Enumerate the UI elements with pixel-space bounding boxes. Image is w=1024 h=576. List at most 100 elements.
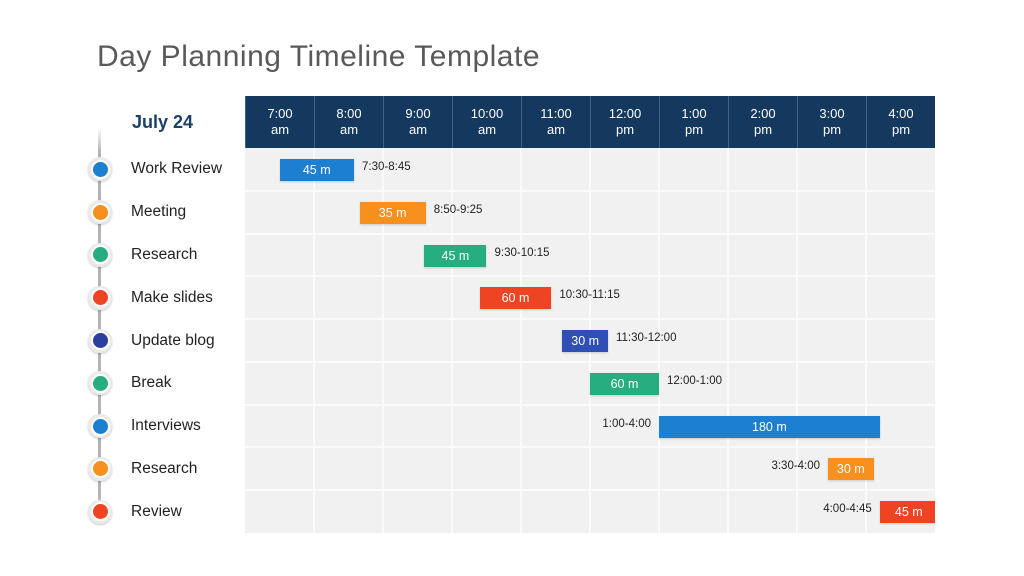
time-column-hour: 10:00: [470, 106, 504, 122]
timeline-marker-dot: [90, 459, 110, 479]
task-list-item[interactable]: Break: [0, 362, 245, 405]
task-bar[interactable]: 30 m: [562, 330, 608, 353]
timeline-marker-icon: [85, 368, 115, 398]
timeline-bar-row: 35 m 8:50-9:25: [245, 191, 935, 234]
task-bar[interactable]: 60 m: [590, 372, 659, 395]
timeline-bar-row: 60 m 12:00-1:00: [245, 362, 935, 405]
task-list-item[interactable]: Interviews: [0, 405, 245, 448]
time-column-header: 1:00 pm: [660, 96, 729, 148]
time-column-header: 2:00 pm: [729, 96, 798, 148]
time-column-meridiem: pm: [822, 122, 842, 137]
time-column-header: 7:00 am: [245, 96, 315, 148]
timeline-marker-ring: [88, 157, 112, 182]
timeline-marker-icon: [85, 154, 115, 184]
timeline-marker-dot: [90, 202, 110, 222]
task-label: Review: [131, 502, 182, 520]
task-list-item[interactable]: Research: [0, 447, 245, 490]
time-column-meridiem: pm: [615, 122, 635, 137]
timeline-bar-row: 45 m 9:30-10:15: [245, 234, 935, 277]
time-column-hour: 8:00: [336, 106, 362, 122]
timeline-bar-row: 30 m 3:30-4:00: [245, 447, 935, 490]
task-time-range: 12:00-1:00: [667, 374, 722, 387]
timeline-bar-row: 180 m 1:00-4:00: [245, 405, 935, 448]
page-title: Day Planning Timeline Template: [97, 40, 541, 73]
timeline-marker-dot: [90, 416, 110, 436]
time-column-header: 3:00 pm: [798, 96, 867, 148]
date-heading: July 24: [132, 112, 194, 132]
timeline-marker-icon: [85, 326, 115, 356]
task-label: Research: [131, 459, 198, 477]
time-column-meridiem: pm: [753, 122, 773, 137]
timeline-marker-icon: [85, 283, 115, 313]
time-column-header: 8:00 am: [315, 96, 384, 148]
task-list-item[interactable]: Research: [0, 234, 245, 277]
time-column-hour: 4:00: [888, 106, 914, 122]
timeline-marker-ring: [88, 371, 112, 396]
time-column-hour: 12:00: [608, 106, 642, 122]
timeline-marker-dot: [90, 373, 110, 393]
timeline-marker-ring: [88, 285, 112, 310]
timeline-marker-ring: [88, 499, 112, 524]
time-column-header: 11:00 am: [522, 96, 591, 148]
time-column-header: 9:00 am: [384, 96, 453, 148]
time-column-header: 4:00 pm: [867, 96, 935, 148]
task-time-range: 11:30-12:00: [615, 332, 677, 345]
task-time-range: 1:00-4:00: [602, 417, 651, 430]
timeline-marker-dot: [90, 159, 110, 179]
timeline-marker-ring: [88, 242, 112, 267]
timeline-marker-ring: [88, 414, 112, 439]
timeline-marker-dot: [90, 502, 110, 522]
timeline-marker-dot: [90, 245, 110, 265]
task-label: Interviews: [131, 417, 201, 435]
task-bar[interactable]: 45 m: [279, 159, 355, 181]
timeline-header-row: 7:00 am 8:00 am 9:00 am 10:00 am 11:00 am 12:00 pm 1…: [245, 96, 935, 148]
time-column-meridiem: am: [339, 122, 359, 137]
timeline-marker-icon: [85, 240, 115, 270]
task-time-range: 4:00-4:45: [823, 503, 872, 516]
timeline-marker-ring: [88, 328, 112, 353]
timeline-marker-icon: [85, 411, 115, 441]
time-column-meridiem: am: [546, 122, 566, 137]
task-label: Work Review: [131, 160, 223, 178]
time-column-hour: 9:00: [405, 106, 431, 122]
task-list-item[interactable]: Meeting: [0, 191, 245, 234]
task-label: Update blog: [131, 331, 215, 349]
task-time-range: 10:30-11:15: [559, 289, 620, 302]
time-column-hour: 3:00: [819, 106, 845, 122]
time-column-meridiem: am: [270, 122, 290, 137]
time-column-hour: 2:00: [750, 106, 776, 122]
task-bar[interactable]: 30 m: [828, 458, 874, 481]
time-column-header: 12:00 pm: [591, 96, 660, 148]
task-list-item[interactable]: Make slides: [0, 276, 245, 319]
timeline-marker-icon: [85, 454, 115, 484]
task-list-item[interactable]: Work Review: [0, 148, 245, 191]
task-bar[interactable]: 60 m: [479, 287, 552, 310]
timeline-marker-icon: [85, 197, 115, 227]
time-column-hour: 7:00: [267, 106, 293, 122]
timeline-marker-dot: [90, 331, 110, 350]
timeline-bar-row: 45 m 4:00-4:45: [245, 490, 935, 533]
task-bar[interactable]: 45 m: [424, 244, 487, 267]
task-bar[interactable]: 45 m: [879, 501, 935, 524]
task-time-range: 9:30-10:15: [494, 246, 550, 259]
timeline-marker-icon: [85, 497, 115, 527]
time-column-header: 10:00 am: [453, 96, 522, 148]
task-list-item[interactable]: Update blog: [0, 319, 245, 362]
time-column-meridiem: am: [477, 122, 497, 137]
task-time-range: 3:30-4:00: [771, 460, 821, 473]
task-time-range: 8:50-9:25: [433, 203, 483, 216]
task-time-range: 7:30-8:45: [362, 161, 411, 173]
timeline-marker-ring: [88, 456, 112, 481]
time-column-meridiem: pm: [891, 122, 911, 137]
timeline-marker-ring: [88, 200, 112, 225]
time-column-hour: 1:00: [681, 106, 707, 122]
task-bar[interactable]: 35 m: [359, 201, 426, 224]
timeline-bar-row: 45 m 7:30-8:45: [245, 148, 935, 191]
task-label: Research: [131, 245, 198, 263]
task-label: Break: [131, 374, 172, 392]
task-list: Work Review Meeting Research Make slides Upd…: [0, 148, 245, 533]
task-list-item[interactable]: Review: [0, 490, 245, 533]
timeline-marker-dot: [90, 288, 110, 308]
timeline-bar-row: 30 m 11:30-12:00: [245, 319, 935, 362]
task-bar[interactable]: 180 m: [659, 415, 880, 438]
